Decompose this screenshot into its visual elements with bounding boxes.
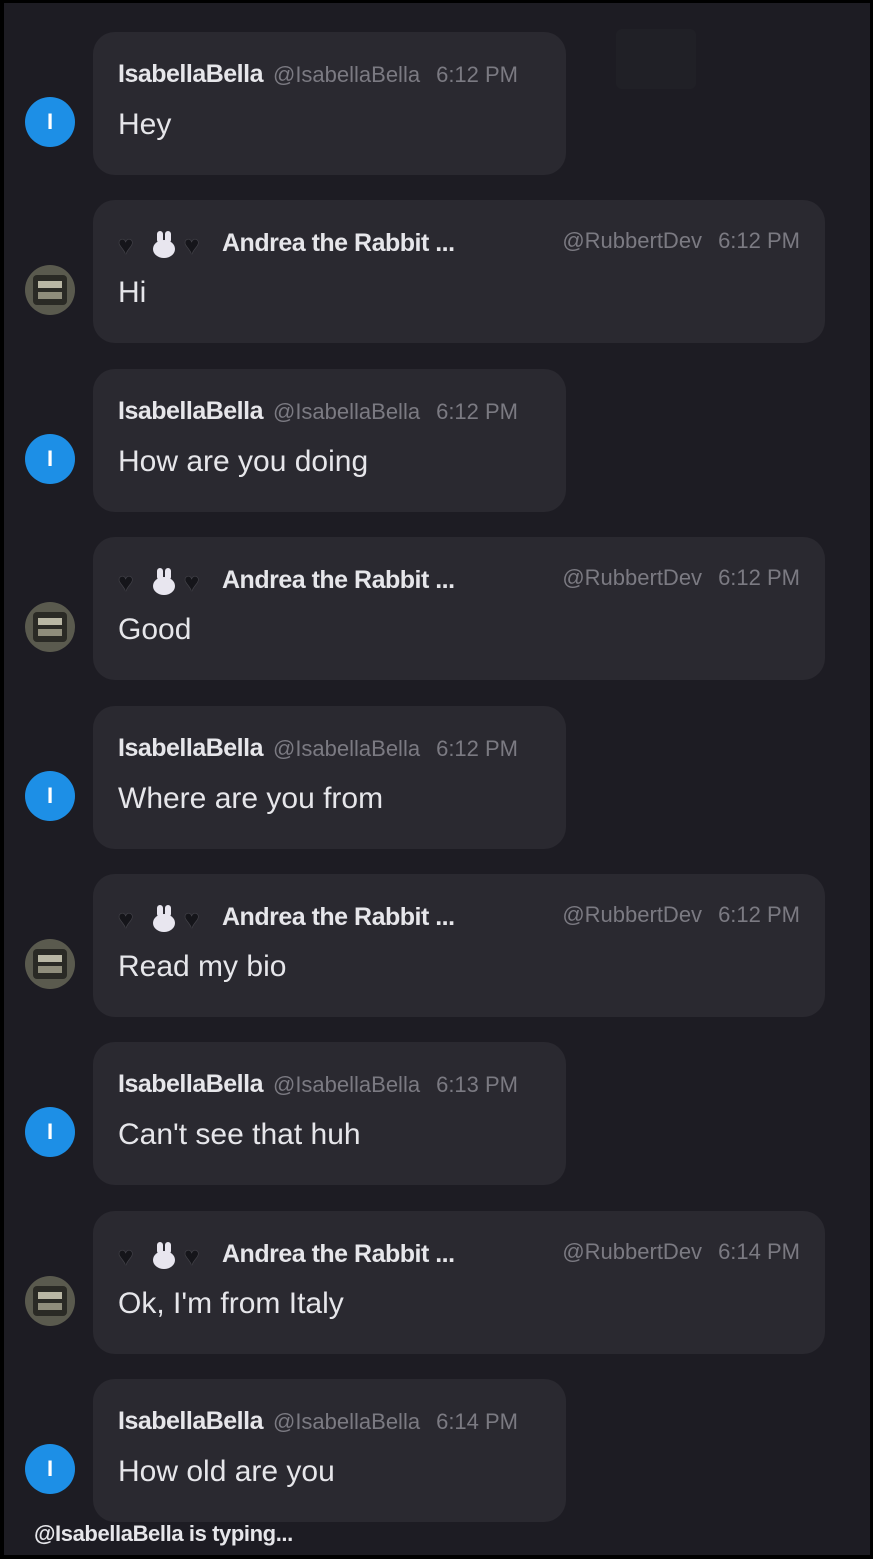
avatar[interactable]: I xyxy=(25,1444,75,1494)
avatar[interactable]: I xyxy=(25,771,75,821)
black-heart-icon: ♥ xyxy=(118,230,134,260)
user-handle: @IsabellaBella xyxy=(272,1072,421,1097)
username[interactable]: IsabellaBella xyxy=(118,1070,263,1099)
black-heart-icon: ♥ xyxy=(184,1241,200,1271)
typing-indicator: @IsabellaBella is typing... xyxy=(34,1521,293,1546)
timestamp: 6:12 PM xyxy=(718,565,800,590)
name-emoji-group: ♥ ♥ xyxy=(118,1242,210,1270)
avatar[interactable]: I xyxy=(25,434,75,484)
user-handle: @RubbertDev xyxy=(562,1239,703,1264)
message-header: IsabellaBella @IsabellaBella 6:13 PM xyxy=(118,1070,518,1100)
black-heart-icon: ♥ xyxy=(184,904,200,934)
message-bubble[interactable]: IsabellaBella @IsabellaBella 6:12 PM How… xyxy=(93,369,566,512)
avatar[interactable] xyxy=(25,1276,75,1326)
username[interactable]: IsabellaBella xyxy=(118,60,263,89)
message-row: ♥ ♥ Andrea the Rabbit ... @RubbertDev 6:… xyxy=(4,508,870,680)
rabbit-face-icon xyxy=(150,568,178,596)
message-bubble[interactable]: IsabellaBella @IsabellaBella 6:12 PM Whe… xyxy=(93,706,566,849)
message-bubble[interactable]: IsabellaBella @IsabellaBella 6:14 PM How… xyxy=(93,1379,566,1522)
timestamp: 6:14 PM xyxy=(718,1239,800,1264)
message-bubble[interactable]: ♥ ♥ Andrea the Rabbit ... @RubbertDev 6:… xyxy=(93,537,825,680)
message-text: Where are you from xyxy=(118,782,384,815)
black-heart-icon: ♥ xyxy=(118,567,134,597)
user-handle: @IsabellaBella xyxy=(272,399,421,424)
message-meta: @RubbertDev 6:12 PM xyxy=(552,228,800,254)
timestamp: 6:12 PM xyxy=(436,399,519,424)
timestamp: 6:14 PM xyxy=(436,1409,519,1434)
message-text: Hi xyxy=(118,276,147,309)
username[interactable]: IsabellaBella xyxy=(118,1407,263,1436)
message-header: ♥ ♥ Andrea the Rabbit ... xyxy=(118,228,455,258)
avatar[interactable] xyxy=(25,265,75,315)
black-heart-icon: ♥ xyxy=(184,567,200,597)
name-emoji-group: ♥ ♥ xyxy=(118,568,210,596)
message-row: I IsabellaBella @IsabellaBella 6:13 PM C… xyxy=(4,1013,870,1185)
name-emoji-group: ♥ ♥ xyxy=(118,905,210,933)
message-meta: @RubbertDev 6:12 PM xyxy=(552,902,800,928)
message-row: I IsabellaBella @IsabellaBella 6:12 PM W… xyxy=(4,677,870,849)
message-row: ♥ ♥ Andrea the Rabbit ... @RubbertDev 6:… xyxy=(4,845,870,1017)
rabbit-face-icon xyxy=(150,1242,178,1270)
message-meta: @RubbertDev 6:14 PM xyxy=(552,1239,800,1265)
message-header: IsabellaBella @IsabellaBella 6:12 PM xyxy=(118,60,518,90)
message-meta: @RubbertDev 6:12 PM xyxy=(552,565,800,591)
black-heart-icon: ♥ xyxy=(118,1241,134,1271)
username[interactable]: Andrea the Rabbit ... xyxy=(222,566,455,595)
username[interactable]: Andrea the Rabbit ... xyxy=(222,1240,455,1269)
message-text: How old are you xyxy=(118,1455,335,1488)
message-row: I IsabellaBella @IsabellaBella 6:14 PM H… xyxy=(4,1350,870,1522)
avatar[interactable]: I xyxy=(25,97,75,147)
username[interactable]: Andrea the Rabbit ... xyxy=(222,903,455,932)
message-header: IsabellaBella @IsabellaBella 6:14 PM xyxy=(118,1407,518,1437)
message-bubble[interactable]: IsabellaBella @IsabellaBella 6:12 PM Hey xyxy=(93,32,566,175)
username[interactable]: Andrea the Rabbit ... xyxy=(222,229,455,258)
username[interactable]: IsabellaBella xyxy=(118,397,263,426)
message-row: ♥ ♥ Andrea the Rabbit ... @RubbertDev 6:… xyxy=(4,171,870,343)
message-text: Read my bio xyxy=(118,950,287,983)
user-handle: @IsabellaBella xyxy=(272,62,421,87)
rabbit-face-icon xyxy=(150,231,178,259)
message-text: Hey xyxy=(118,108,172,141)
name-emoji-group: ♥ ♥ xyxy=(118,231,210,259)
timestamp: 6:12 PM xyxy=(436,736,519,761)
timestamp: 6:12 PM xyxy=(718,902,800,927)
message-row: I IsabellaBella @IsabellaBella 6:12 PM H… xyxy=(4,3,870,175)
message-text: Good xyxy=(118,613,192,646)
black-heart-icon: ♥ xyxy=(184,230,200,260)
chat-window: I IsabellaBella @IsabellaBella 6:12 PM H… xyxy=(4,3,870,1555)
avatar[interactable] xyxy=(25,939,75,989)
user-handle: @IsabellaBella xyxy=(272,1409,421,1434)
timestamp: 6:12 PM xyxy=(436,62,519,87)
user-handle: @IsabellaBella xyxy=(272,736,421,761)
message-bubble[interactable]: ♥ ♥ Andrea the Rabbit ... @RubbertDev 6:… xyxy=(93,200,825,343)
user-handle: @RubbertDev xyxy=(562,228,703,253)
avatar[interactable] xyxy=(25,602,75,652)
message-text: Can't see that huh xyxy=(118,1118,361,1151)
message-text: How are you doing xyxy=(118,445,369,478)
user-handle: @RubbertDev xyxy=(562,565,703,590)
black-heart-icon: ♥ xyxy=(118,904,134,934)
message-bubble[interactable]: ♥ ♥ Andrea the Rabbit ... @RubbertDev 6:… xyxy=(93,1211,825,1354)
rabbit-face-icon xyxy=(150,905,178,933)
message-bubble[interactable]: ♥ ♥ Andrea the Rabbit ... @RubbertDev 6:… xyxy=(93,874,825,1017)
timestamp: 6:12 PM xyxy=(718,228,800,253)
message-header: ♥ ♥ Andrea the Rabbit ... xyxy=(118,565,455,595)
message-bubble[interactable]: IsabellaBella @IsabellaBella 6:13 PM Can… xyxy=(93,1042,566,1185)
message-header: ♥ ♥ Andrea the Rabbit ... xyxy=(118,1239,455,1269)
message-header: IsabellaBella @IsabellaBella 6:12 PM xyxy=(118,397,518,427)
message-row: ♥ ♥ Andrea the Rabbit ... @RubbertDev 6:… xyxy=(4,1182,870,1354)
user-handle: @RubbertDev xyxy=(562,902,703,927)
timestamp: 6:13 PM xyxy=(436,1072,519,1097)
username[interactable]: IsabellaBella xyxy=(118,734,263,763)
message-row: I IsabellaBella @IsabellaBella 6:12 PM H… xyxy=(4,340,870,512)
message-header: ♥ ♥ Andrea the Rabbit ... xyxy=(118,902,455,932)
avatar[interactable]: I xyxy=(25,1107,75,1157)
message-header: IsabellaBella @IsabellaBella 6:12 PM xyxy=(118,734,518,764)
message-text: Ok, I'm from Italy xyxy=(118,1287,344,1320)
